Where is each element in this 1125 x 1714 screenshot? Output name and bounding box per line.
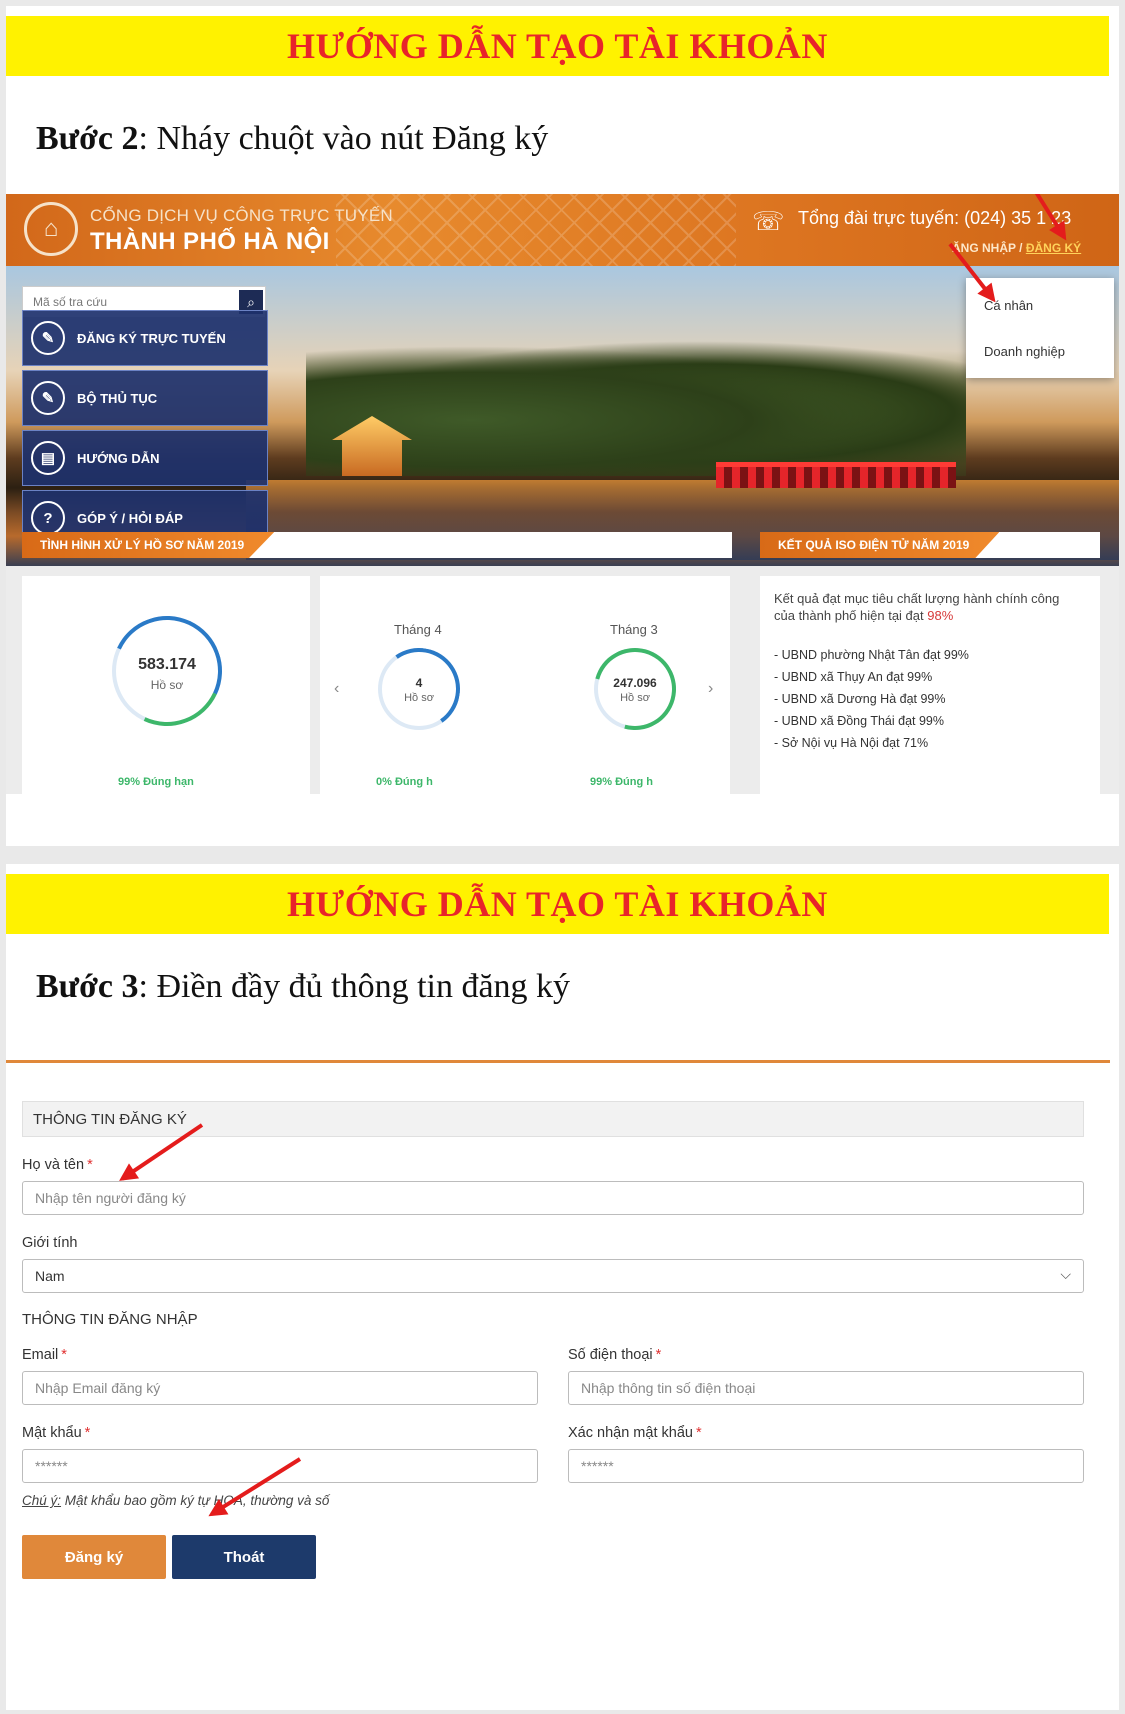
chevron-left-icon[interactable]: ‹ xyxy=(334,680,339,698)
guide-banner: HƯỚNG DẪN TẠO TÀI KHOẢN xyxy=(6,874,1109,934)
ribbon-iso: KẾT QUẢ ISO ĐIỆN TỬ NĂM 2019 xyxy=(760,532,1100,558)
name-input[interactable]: Nhập tên người đăng ký xyxy=(22,1181,1084,1215)
registration-form: THÔNG TIN ĐĂNG KÝ Họ và tên * Nhập tên ng… xyxy=(6,1060,1110,1600)
portal-header: ⌂ CỔNG DỊCH VỤ CÔNG TRỰC TUYẾN THÀNH PHỐ… xyxy=(6,194,1119,266)
question-icon: ? xyxy=(31,501,65,535)
iso-panel: Kết quả đạt mục tiêu chất lượng hành chí… xyxy=(760,576,1100,794)
phone-label: Số điện thoại * xyxy=(568,1347,662,1363)
password-field[interactable]: ****** xyxy=(22,1449,538,1483)
list-item: - Sở Nội vụ Hà Nội đạt 71% xyxy=(774,736,929,750)
nav-procedures[interactable]: ✎ BỘ THỦ TỤC xyxy=(22,370,268,426)
dropdown-item-business[interactable]: Doanh nghiệp xyxy=(984,344,1065,359)
exit-button[interactable]: Thoát xyxy=(172,1535,316,1579)
login-section-title: THÔNG TIN ĐĂNG NHẬP xyxy=(22,1311,198,1328)
nav-online-registration[interactable]: ✎ ĐĂNG KÝ TRỰC TUYẾN xyxy=(22,310,268,366)
hanoi-logo-icon: ⌂ xyxy=(24,202,78,256)
months-panel: ‹ › Tháng 4 4 Hồ sơ 0% Đúng h Tháng 3 24… xyxy=(320,576,730,794)
hotline-text: Tổng đài trực tuyến: (024) 35 1 23 xyxy=(798,208,1072,228)
month-label: Tháng 4 xyxy=(394,622,442,637)
confirm-password-label: Xác nhận mật khẩu * xyxy=(568,1425,702,1441)
month-ring: 247.096 Hồ sơ xyxy=(578,632,692,746)
phone-icon: ☏ xyxy=(752,206,785,236)
list-item: - UBND xã Dương Hà đạt 99% xyxy=(774,692,946,706)
iso-list: - UBND phường Nhật Tân đạt 99% - UBND xã… xyxy=(774,644,969,754)
register-link[interactable]: ĐĂNG KÝ xyxy=(1026,241,1081,255)
login-link[interactable]: ĂNG NHẬP xyxy=(952,241,1016,255)
register-button[interactable]: Đăng ký xyxy=(22,1535,166,1579)
section-title: THÔNG TIN ĐĂNG KÝ xyxy=(22,1101,1084,1137)
guide-banner: HƯỚNG DẪN TẠO TÀI KHOẢN xyxy=(6,16,1109,76)
name-label: Họ và tên * xyxy=(22,1157,93,1173)
nav-guide[interactable]: ▤ HƯỚNG DẪN xyxy=(22,430,268,486)
total-ring: 583.174 Hồ sơ xyxy=(96,600,238,742)
chevron-down-icon: ⌵ xyxy=(1060,1266,1071,1282)
search-input[interactable]: Mã số tra cứu xyxy=(33,295,107,309)
step2-heading: Bước 2: Nháy chuột vào nút Đăng ký xyxy=(36,120,549,157)
edit-icon: ✎ xyxy=(31,321,65,355)
phone-field[interactable]: Nhập thông tin số điện thoại xyxy=(568,1371,1084,1405)
step3-card: HƯỚNG DẪN TẠO TÀI KHOẢN Bước 3: Điền đầy… xyxy=(6,864,1119,1710)
portal-screenshot: ⌂ CỔNG DỊCH VỤ CÔNG TRỰC TUYẾN THÀNH PHỐ… xyxy=(6,194,1119,794)
gender-label: Giới tính xyxy=(22,1235,78,1251)
month-ring: 4 Hồ sơ xyxy=(371,641,467,737)
password-note: Chú ý: Mật khẩu bao gồm ký tự HOA, thườn… xyxy=(22,1493,330,1508)
gender-select[interactable]: Nam ⌵ xyxy=(22,1259,1084,1293)
total-panel: 583.174 Hồ sơ 99% Đúng hạn xyxy=(22,576,310,794)
iso-intro: Kết quả đạt mục tiêu chất lượng hành chí… xyxy=(774,591,1060,623)
chevron-right-icon[interactable]: › xyxy=(708,680,713,698)
brand-line1: CỔNG DỊCH VỤ CÔNG TRỰC TUYẾN xyxy=(90,206,393,225)
month-label: Tháng 3 xyxy=(610,622,658,637)
step2-card: HƯỚNG DẪN TẠO TÀI KHOẢN Bước 2: Nháy chu… xyxy=(6,6,1119,846)
ribbon-processing: TÌNH HÌNH XỬ LÝ HỒ SƠ NĂM 2019 xyxy=(22,532,732,558)
password-label: Mật khẩu * xyxy=(22,1425,91,1441)
edit-icon: ✎ xyxy=(31,381,65,415)
document-icon: ▤ xyxy=(31,441,65,475)
list-item: - UBND xã Đồng Thái đạt 99% xyxy=(774,714,944,728)
email-label: Email * xyxy=(22,1347,67,1363)
step3-heading: Bước 3: Điền đầy đủ thông tin đăng ký xyxy=(36,968,571,1005)
email-field[interactable]: Nhập Email đăng ký xyxy=(22,1371,538,1405)
list-item: - UBND xã Thụy An đạt 99% xyxy=(774,670,933,684)
brand-line2: THÀNH PHỐ HÀ NỘI xyxy=(90,228,330,255)
confirm-password-field[interactable]: ****** xyxy=(568,1449,1084,1483)
list-item: - UBND phường Nhật Tân đạt 99% xyxy=(774,648,969,662)
